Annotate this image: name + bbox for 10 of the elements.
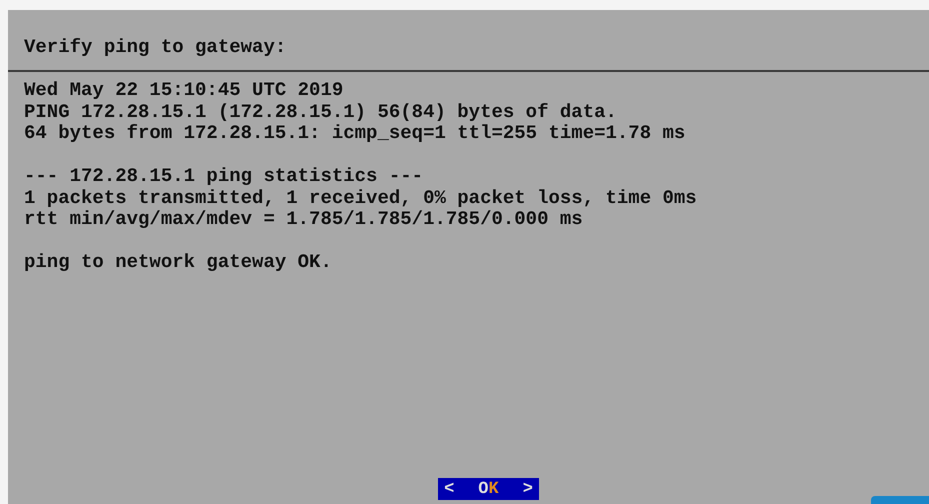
output-line: 1 packets transmitted, 1 received, 0% packet loss, time 0ms [24,188,698,209]
output-line: 64 bytes from 172.28.15.1: icmp_seq=1 ttl=255 time=1.78 ms [24,123,686,144]
corner-tab-shape [871,496,929,504]
ok-button[interactable]: < OK > [438,478,539,500]
output-line: Wed May 22 15:10:45 UTC 2019 [24,80,344,102]
output-line: PING 172.28.15.1 (172.28.15.1) 56(84) bytes of data. [24,102,618,123]
output-line: rtt min/avg/max/mdev = 1.785/1.785/1.785/0.000 ms [24,209,584,230]
dialog-title: Verify ping to gateway: [23,35,288,59]
output-line: ping to network gateway OK. [24,252,333,274]
output-line: --- 172.28.15.1 ping statistics --- [24,166,424,188]
